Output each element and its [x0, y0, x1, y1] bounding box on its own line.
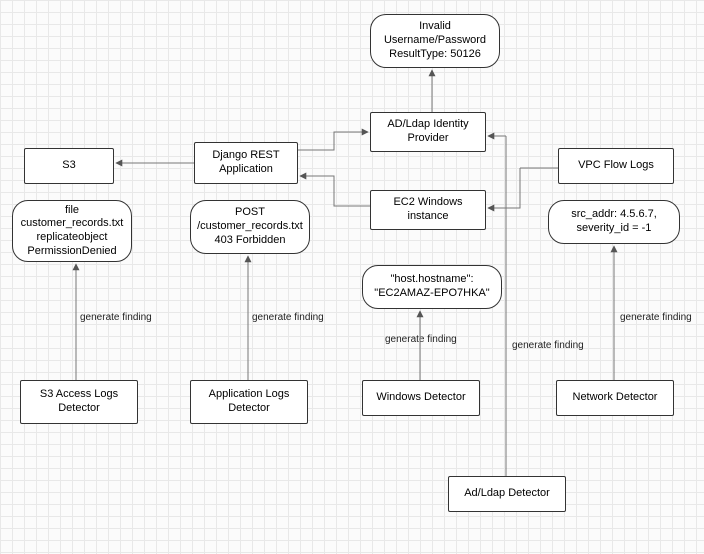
adldap-detector: Ad/Ldap Detector [448, 476, 566, 512]
ec2-windows-box: EC2 Windows instance [370, 190, 486, 230]
gen-finding-label-1: generate finding [80, 312, 152, 323]
gen-finding-label-5: generate finding [620, 312, 692, 323]
gen-finding-label-4: generate finding [512, 340, 584, 351]
django-rest-box: Django REST Application [194, 142, 298, 184]
file-permission-note: file customer_records.txt replicateobjec… [12, 200, 132, 262]
host-hostname-note: "host.hostname": "EC2AMAZ-EPO7HKA" [362, 265, 502, 309]
s3-box: S3 [24, 148, 114, 184]
invalid-creds-note: Invalid Username/Password ResultType: 50… [370, 14, 500, 68]
network-detector: Network Detector [556, 380, 674, 416]
post-forbidden-note: POST /customer_records.txt 403 Forbidden [190, 200, 310, 254]
src-addr-note: src_addr: 4.5.6.7, severity_id = -1 [548, 200, 680, 244]
windows-detector: Windows Detector [362, 380, 480, 416]
vpc-flow-logs-box: VPC Flow Logs [558, 148, 674, 184]
application-logs-detector: Application Logs Detector [190, 380, 308, 424]
gen-finding-label-2: generate finding [252, 312, 324, 323]
adldap-provider-box: AD/Ldap Identity Provider [370, 112, 486, 152]
gen-finding-label-3: generate finding [385, 334, 457, 345]
s3-access-logs-detector: S3 Access Logs Detector [20, 380, 138, 424]
arrow-layer [0, 0, 704, 554]
